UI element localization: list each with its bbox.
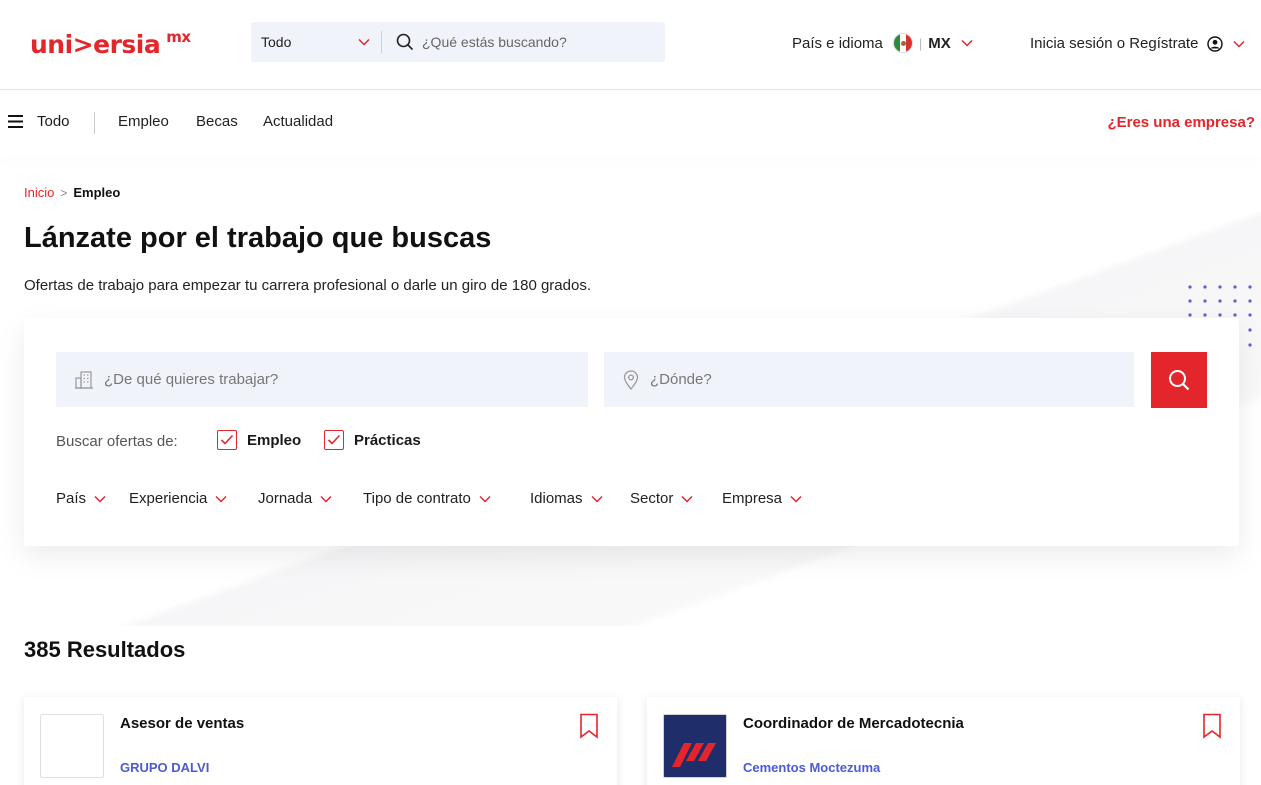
company-logo xyxy=(663,714,727,778)
filter-dropdown-contrato[interactable]: Tipo de contrato xyxy=(363,490,492,507)
country-label: País e idioma xyxy=(792,34,883,52)
filter-label-sector: Sector xyxy=(630,490,674,507)
company-name[interactable]: GRUPO DALVI xyxy=(120,760,209,775)
chevron-down-icon xyxy=(681,495,693,503)
job-search-card: Buscar ofertas de: Empleo Prácticas País… xyxy=(24,318,1239,546)
filter-label-idiomas: Idiomas xyxy=(530,490,583,507)
filter-label-pais: País xyxy=(56,490,87,507)
filter-label-jornada: Jornada xyxy=(258,490,313,507)
cementos-moctezuma-logo-icon xyxy=(664,715,726,777)
job-card[interactable]: Coordinador de Mercadotecnia Cementos Mo… xyxy=(647,697,1240,785)
location-pin-icon xyxy=(623,369,639,390)
logo-country-suffix: mx xyxy=(166,28,191,46)
search-icon xyxy=(396,33,414,51)
login-label: Inicia sesión o Regístrate xyxy=(1030,35,1199,52)
checkmark-icon xyxy=(327,434,341,445)
job-title[interactable]: Asesor de ventas xyxy=(120,715,244,732)
search-icon xyxy=(1169,370,1190,391)
site-header: uni>ersia mx Todo País e idioma | MX Ini… xyxy=(0,0,1261,90)
filter-label-experiencia: Experiencia xyxy=(129,490,208,507)
filter-dropdown-sector[interactable]: Sector xyxy=(630,490,694,507)
chevron-down-icon xyxy=(94,495,106,503)
checkbox-practicas[interactable]: Prácticas xyxy=(324,430,421,450)
search-submit-button[interactable] xyxy=(1151,352,1207,408)
filter-dropdown-idiomas[interactable]: Idiomas xyxy=(530,490,604,507)
checkbox-empleo[interactable]: Empleo xyxy=(217,430,301,450)
chevron-down-icon xyxy=(1233,40,1245,48)
checkbox-practicas-label: Prácticas xyxy=(354,431,421,449)
hamburger-menu-icon xyxy=(8,115,23,128)
global-search-input[interactable] xyxy=(422,34,652,50)
user-avatar-icon xyxy=(1207,35,1224,52)
filter-dropdown-jornada[interactable]: Jornada xyxy=(258,490,333,507)
filter-dropdown-experiencia[interactable]: Experiencia xyxy=(129,490,228,507)
offer-type-label: Buscar ofertas de: xyxy=(56,433,178,450)
job-card[interactable]: Asesor de ventas GRUPO DALVI xyxy=(24,697,617,785)
company-name[interactable]: Cementos Moctezuma xyxy=(743,760,880,775)
breadcrumb-separator: > xyxy=(60,185,68,200)
chevron-down-icon xyxy=(215,495,227,503)
page-title: Lánzate por el trabajo que buscas xyxy=(24,222,492,254)
building-icon xyxy=(75,370,93,389)
country-separator: | xyxy=(918,35,923,51)
breadcrumb-home-link[interactable]: Inicio xyxy=(24,185,54,200)
results-count: 385 Resultados xyxy=(24,637,186,662)
login-register-button[interactable]: Inicia sesión o Regístrate xyxy=(1030,35,1246,52)
company-link[interactable]: ¿Eres una empresa? xyxy=(1107,114,1255,131)
nav-link-becas[interactable]: Becas xyxy=(196,113,238,130)
all-menu-label: Todo xyxy=(37,113,70,130)
global-search: Todo xyxy=(251,22,665,62)
nav-link-empleo[interactable]: Empleo xyxy=(118,113,169,130)
filter-dropdown-pais[interactable]: País xyxy=(56,490,107,507)
search-category-select[interactable]: Todo xyxy=(251,22,381,62)
checkbox-box xyxy=(324,430,344,450)
job-title-input[interactable] xyxy=(104,371,524,388)
chevron-down-icon xyxy=(358,38,370,46)
chevron-down-icon xyxy=(320,495,332,503)
chevron-down-icon xyxy=(790,495,802,503)
chevron-down-icon xyxy=(479,495,491,503)
location-input[interactable] xyxy=(650,371,1070,388)
job-title-field xyxy=(56,352,588,407)
checkmark-icon xyxy=(220,434,234,445)
main-navigation: Todo Empleo Becas Actualidad ¿Eres una e… xyxy=(0,90,1261,156)
bookmark-icon[interactable] xyxy=(1202,713,1222,739)
page-subtitle: Ofertas de trabajo para empezar tu carre… xyxy=(24,277,591,294)
search-category-value: Todo xyxy=(261,34,292,50)
breadcrumb: Inicio > Empleo xyxy=(24,185,120,200)
nav-divider xyxy=(94,112,95,134)
filter-dropdown-empresa[interactable]: Empresa xyxy=(722,490,803,507)
bookmark-icon[interactable] xyxy=(579,713,599,739)
nav-link-actualidad[interactable]: Actualidad xyxy=(263,113,333,130)
country-language-selector[interactable]: País e idioma | MX xyxy=(792,33,974,53)
search-query-wrap xyxy=(382,33,652,51)
all-menu-button[interactable]: Todo xyxy=(8,113,70,130)
chevron-down-icon xyxy=(591,495,603,503)
location-field xyxy=(604,352,1134,407)
universia-logo[interactable]: uni>ersia mx xyxy=(30,28,191,59)
logo-text: uni>ersia xyxy=(30,30,161,59)
country-code: MX xyxy=(928,34,951,52)
checkbox-empleo-label: Empleo xyxy=(247,431,302,449)
filter-label-contrato: Tipo de contrato xyxy=(363,490,471,507)
mexico-flag-icon xyxy=(892,33,913,53)
breadcrumb-current: Empleo xyxy=(73,185,121,200)
chevron-down-icon xyxy=(961,39,973,47)
company-logo-placeholder xyxy=(40,714,104,778)
filter-label-empresa: Empresa xyxy=(722,490,783,507)
checkbox-box xyxy=(217,430,237,450)
job-title[interactable]: Coordinador de Mercadotecnia xyxy=(743,715,964,732)
